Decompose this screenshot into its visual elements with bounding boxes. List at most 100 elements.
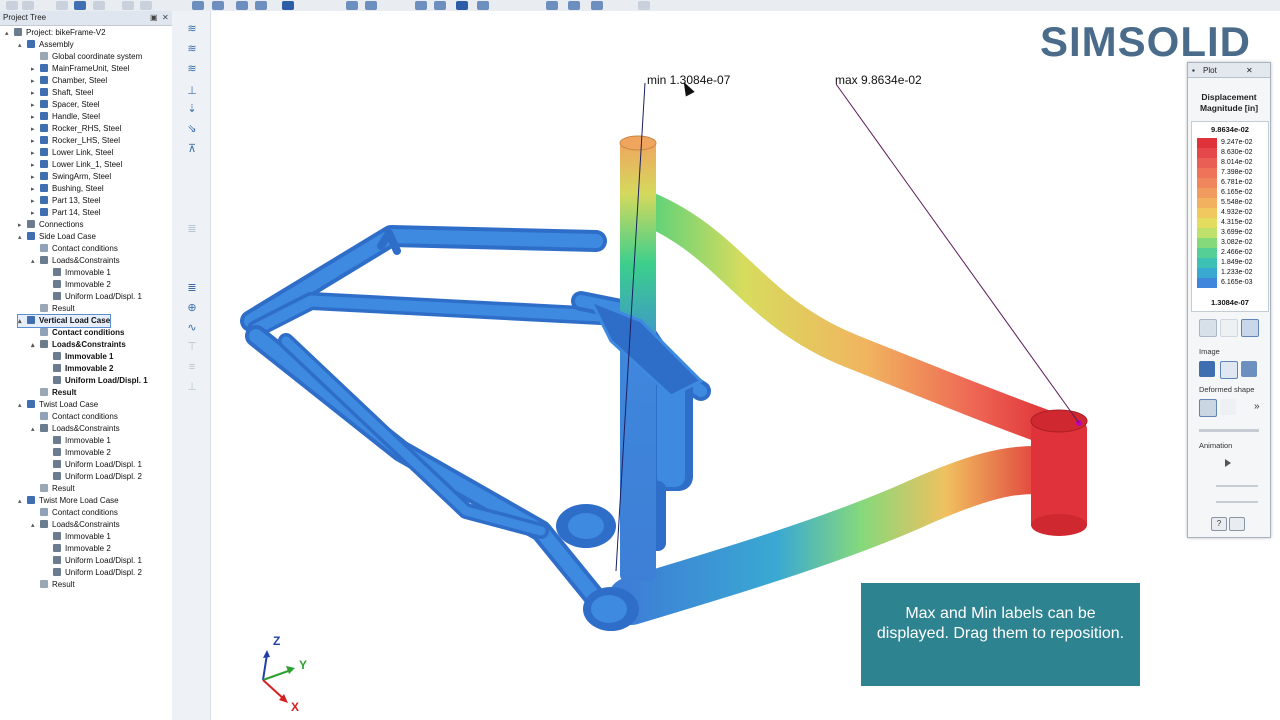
float-panel-icon[interactable]: ▣ — [150, 13, 158, 22]
curve-plot-button[interactable] — [1241, 319, 1259, 337]
spring-group-icon[interactable]: ≋ — [185, 63, 199, 75]
image-mode-3-button[interactable] — [1241, 361, 1257, 377]
curve-icon[interactable]: ∿ — [185, 322, 199, 334]
deformed-shape-button[interactable] — [1199, 399, 1217, 417]
tree-item[interactable]: ▸ Rocker_RHS, Steel — [31, 123, 121, 135]
more-options-button[interactable]: » — [1254, 401, 1260, 412]
play-icon[interactable] — [1225, 459, 1231, 467]
animation-speed-slider[interactable] — [1216, 485, 1258, 487]
expand-toggle-icon[interactable]: ▴ — [31, 520, 40, 532]
disabled-tool-2-icon[interactable]: ≡ — [185, 361, 199, 373]
tree-item[interactable]: ▴ Twist More Load Case — [18, 495, 119, 507]
tree-item[interactable]: Immovable 1 — [44, 267, 111, 279]
tree-item[interactable]: ▸ Spacer, Steel — [31, 99, 100, 111]
tree-item[interactable]: Uniform Load/Displ. 2 — [44, 567, 142, 579]
disabled-tool-icon[interactable]: ⊤ — [185, 341, 199, 353]
tree-item[interactable]: Immovable 2 — [44, 363, 113, 375]
tree-item[interactable]: ▴ Loads&Constraints — [31, 423, 120, 435]
tree-item[interactable]: Result — [31, 483, 75, 495]
section-icon[interactable] — [236, 1, 248, 10]
expand-toggle-icon[interactable]: ▴ — [18, 496, 27, 508]
tree-item[interactable]: ▸ Part 13, Steel — [31, 195, 100, 207]
tree-item[interactable]: Contact conditions — [31, 243, 118, 255]
tree-item[interactable]: ▴ Project: bikeFrame-V2 — [5, 27, 106, 39]
open-icon[interactable] — [22, 1, 34, 10]
max-label[interactable]: max 9.8634e-02 — [835, 73, 922, 87]
tree-item[interactable]: Uniform Load/Displ. 1 — [44, 291, 142, 303]
result-plot-icon[interactable]: ≣ — [185, 282, 199, 294]
force-icon[interactable]: ⇣ — [185, 103, 199, 115]
result-tool-icon[interactable] — [456, 1, 468, 10]
table-button[interactable] — [1229, 517, 1245, 531]
tree-item[interactable]: Result — [31, 387, 76, 399]
tree-item[interactable]: Immovable 1 — [44, 435, 111, 447]
tree-item[interactable]: Uniform Load/Displ. 1 — [44, 555, 142, 567]
save-as-icon[interactable] — [74, 1, 86, 10]
link-icon[interactable] — [568, 1, 580, 10]
tree-item[interactable]: Contact conditions — [31, 327, 124, 339]
tree-item[interactable]: ▸ Part 14, Steel — [31, 207, 100, 219]
pressure-icon[interactable]: ⇘ — [185, 123, 199, 135]
expand-toggle-icon[interactable]: ▴ — [18, 316, 27, 328]
tree-item[interactable]: Immovable 2 — [44, 447, 111, 459]
view-mode-icon[interactable] — [282, 1, 294, 10]
tree-item[interactable]: Uniform Load/Displ. 2 — [44, 471, 142, 483]
rotate-icon[interactable] — [255, 1, 267, 10]
spring-icon[interactable]: ≋ — [185, 23, 199, 35]
probe-button[interactable] — [1220, 319, 1238, 337]
expand-toggle-icon[interactable]: ▴ — [18, 232, 27, 244]
undeformed-shape-button[interactable] — [1220, 399, 1236, 415]
help-button[interactable]: ? — [1211, 517, 1227, 531]
tree-item[interactable]: ▴ Loads&Constraints — [31, 255, 120, 267]
expand-toggle-icon[interactable]: ▴ — [31, 424, 40, 436]
tree-item[interactable]: ▴ Vertical Load Case — [16, 314, 112, 328]
expand-toggle-icon[interactable]: ▴ — [31, 256, 40, 268]
save-icon[interactable] — [56, 1, 68, 10]
tree-item[interactable]: ▸ Chamber, Steel — [31, 75, 107, 87]
probe-icon[interactable]: ⊕ — [185, 302, 199, 314]
tree-item[interactable]: Uniform Load/Displ. 1 — [44, 459, 142, 471]
print-icon[interactable] — [93, 1, 105, 10]
plot-tab[interactable]: ▪ Plot ✕ — [1188, 63, 1270, 78]
tree-item[interactable]: Result — [31, 303, 75, 315]
spring-tool-icon[interactable] — [365, 1, 377, 10]
tree-item[interactable]: Immovable 2 — [44, 543, 111, 555]
tree-item[interactable]: ▸ Shaft, Steel — [31, 87, 93, 99]
measure-icon[interactable] — [212, 1, 224, 10]
deform-scale-slider[interactable] — [1199, 429, 1259, 432]
tree-item[interactable]: ▸ SwingArm, Steel — [31, 171, 111, 183]
measure-tool-icon[interactable] — [591, 1, 603, 10]
undo-icon[interactable] — [122, 1, 134, 10]
model-viewport[interactable]: min 1.3084e-07 max 9.8634e-02 Max and Mi… — [211, 11, 1280, 720]
expand-toggle-icon[interactable]: ▴ — [18, 40, 27, 52]
expand-toggle-icon[interactable]: ▴ — [18, 400, 27, 412]
inactive-tool-icon[interactable]: ≣ — [185, 223, 199, 235]
disabled-tool-3-icon[interactable]: ⊥ — [185, 381, 199, 393]
spring-series-icon[interactable]: ≋ — [185, 43, 199, 55]
tree-item[interactable]: ▸ MainFrameUnit, Steel — [31, 63, 129, 75]
chart-tool-icon[interactable] — [477, 1, 489, 10]
tree-item[interactable]: ▴ Loads&Constraints — [31, 339, 126, 351]
tree-item[interactable]: ▸ Connections — [18, 219, 83, 231]
select-icon[interactable] — [192, 1, 204, 10]
tree-item[interactable]: Immovable 1 — [44, 531, 111, 543]
expand-toggle-icon[interactable]: ▴ — [5, 28, 14, 40]
tree-item[interactable]: ▸ Lower Link, Steel — [31, 147, 113, 159]
legend-settings-button[interactable] — [1199, 319, 1217, 337]
constraint-icon[interactable]: ⊥ — [185, 85, 199, 97]
load-tool-icon[interactable] — [434, 1, 446, 10]
settings-icon[interactable] — [546, 1, 558, 10]
help-icon[interactable] — [638, 1, 650, 10]
tree-item[interactable]: ▴ Side Load Case — [18, 231, 96, 243]
gravity-icon[interactable]: ⊼ — [185, 143, 199, 155]
tree-item[interactable]: Immovable 2 — [44, 279, 111, 291]
tree-item[interactable]: ▴ Twist Load Case — [18, 399, 98, 411]
image-mode-1-button[interactable] — [1199, 361, 1215, 377]
tree-item[interactable]: ▸ Lower Link_1, Steel — [31, 159, 122, 171]
connections-tool-icon[interactable] — [346, 1, 358, 10]
tree-item[interactable]: Contact conditions — [31, 507, 118, 519]
close-panel-icon[interactable]: ✕ — [162, 13, 169, 22]
tree-item[interactable]: ▸ Rocker_LHS, Steel — [31, 135, 120, 147]
image-mode-2-button[interactable] — [1220, 361, 1238, 379]
expand-toggle-icon[interactable]: ▴ — [31, 340, 40, 352]
